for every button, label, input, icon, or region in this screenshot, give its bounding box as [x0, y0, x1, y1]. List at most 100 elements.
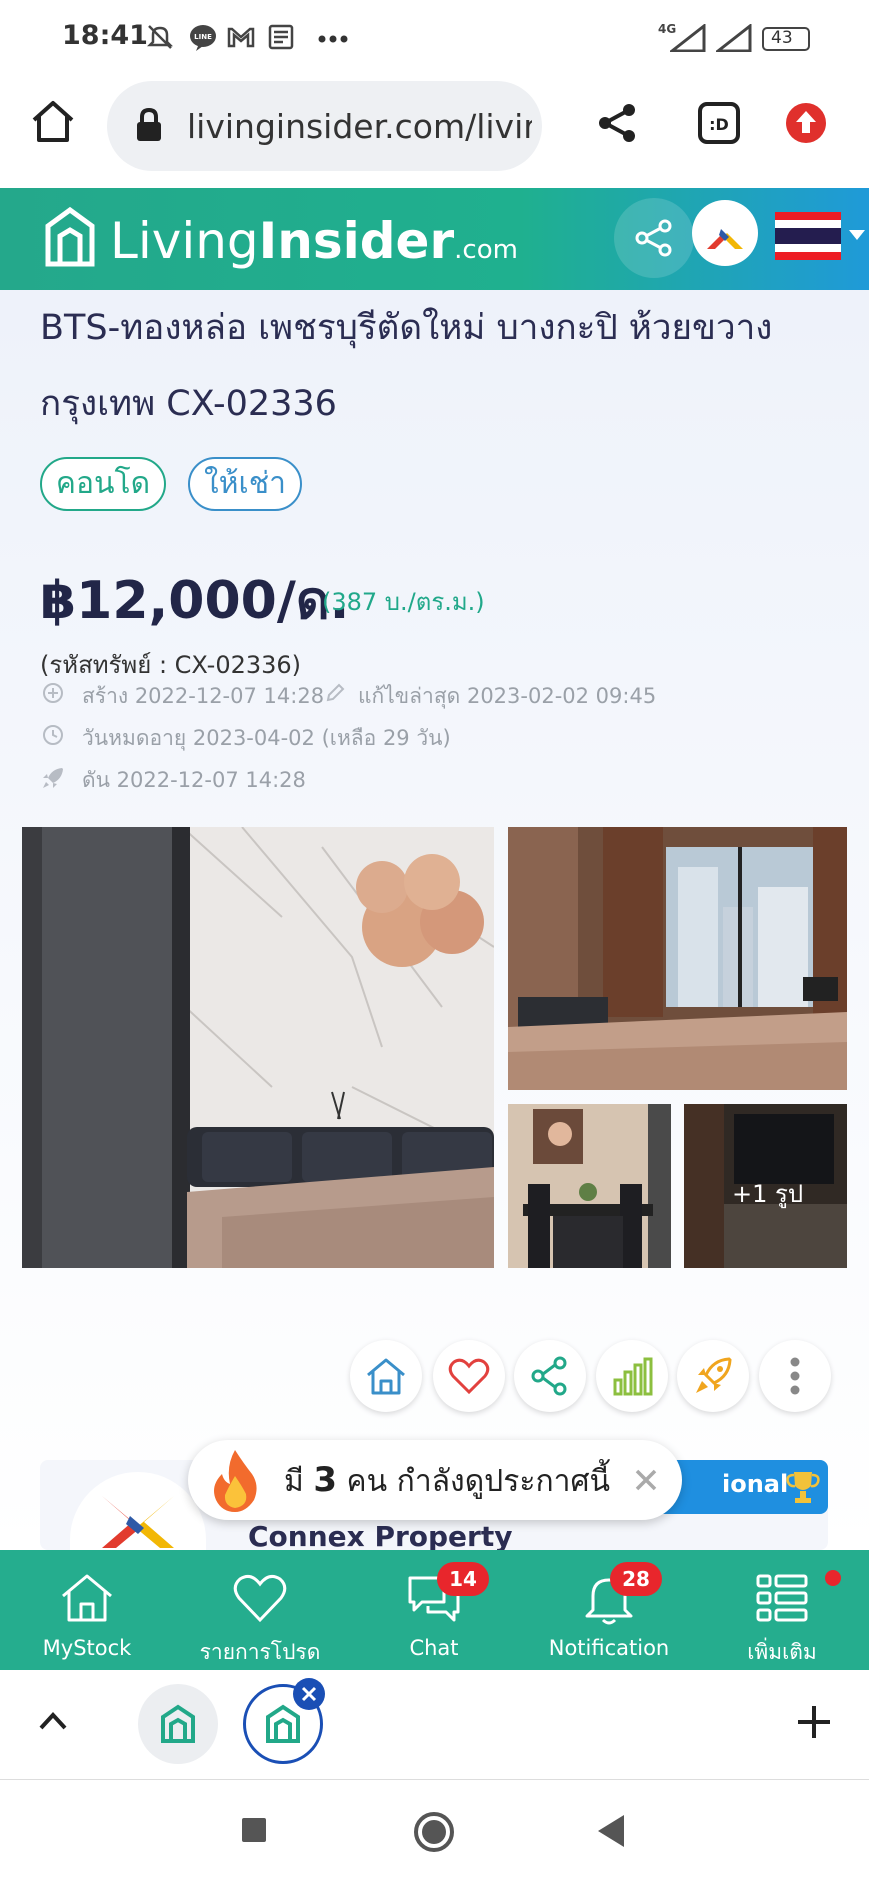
viewers-count: 3 [313, 1460, 337, 1500]
logo-com-text: .com [454, 235, 518, 265]
photo-thumbnail-3-more[interactable]: +1 รูป [684, 1104, 847, 1268]
battery-level: 43 [771, 28, 793, 48]
battery-icon: 43 [762, 27, 810, 51]
edited-date: แก้ไขล่าสุด 2023-02-02 09:45 [358, 684, 657, 708]
tab-switcher-icon[interactable]: :D [697, 101, 741, 145]
new-tab-plus-icon[interactable] [796, 1704, 832, 1740]
plus-circle-icon [43, 683, 63, 703]
add-to-stock-button[interactable] [350, 1340, 422, 1412]
svg-text:LINE: LINE [194, 33, 212, 41]
chevron-up-icon[interactable] [38, 1710, 68, 1732]
heart-icon [448, 1358, 490, 1395]
tag-for-rent[interactable]: ให้เช่า [188, 457, 302, 511]
clock-icon [43, 725, 63, 745]
house-icon [367, 1358, 405, 1395]
lock-icon [137, 107, 161, 141]
gmail-icon [227, 27, 255, 48]
living-insider-favicon-icon [266, 1704, 300, 1743]
back-button-icon[interactable] [596, 1813, 626, 1849]
home-icon[interactable] [30, 98, 76, 144]
created-date: สร้าง 2022-12-07 14:28 [82, 684, 325, 708]
share-icon [531, 1356, 567, 1396]
nav-mystock-label: MyStock [42, 1636, 132, 1660]
boost-date: ดัน 2022-12-07 14:28 [82, 768, 306, 792]
close-icon[interactable] [634, 1468, 658, 1492]
viewers-text: มี 3 คน กำลังดูประกาศนี้ [284, 1458, 610, 1505]
listing-title-line2: กรุงเทพ CX-02336 [40, 384, 337, 424]
logo-living-text: Living [110, 212, 259, 270]
rocket-icon [43, 768, 63, 788]
nav-more[interactable]: เพิ่มเติม [697, 1550, 867, 1670]
stats-button[interactable] [596, 1340, 668, 1412]
signal-icon [670, 24, 706, 52]
nav-favorites[interactable]: รายการโปรด [175, 1550, 345, 1670]
close-tab-button[interactable] [293, 1678, 325, 1710]
nav-notification-label: Notification [548, 1636, 670, 1660]
pencil-icon [326, 683, 345, 702]
user-avatar[interactable] [692, 200, 758, 266]
chat-unread-badge: 14 [437, 1562, 489, 1596]
language-selector[interactable] [775, 212, 841, 260]
price-per-sqm: (387 บ./ตร.ม.) [322, 588, 485, 616]
tag-condo[interactable]: คอนโด [40, 457, 166, 511]
nav-mystock[interactable]: MyStock [2, 1550, 172, 1670]
site-logo[interactable]: LivingInsider.com [110, 212, 518, 270]
trophy-icon [786, 1472, 820, 1503]
recent-apps-icon[interactable] [240, 1816, 268, 1844]
main-photo[interactable] [22, 827, 494, 1268]
living-insider-favicon-icon [161, 1704, 195, 1743]
bedroom-window-photo-image [508, 827, 847, 1090]
share-icon[interactable] [597, 102, 639, 144]
photo-thumbnail-2[interactable] [508, 1104, 671, 1268]
connex-logo-icon [707, 217, 743, 249]
header-share-button[interactable] [614, 198, 694, 278]
expiry-date: วันหมดอายุ 2023-04-02 (เหลือ 29 วัน) [82, 726, 451, 750]
line-app-icon: LINE [190, 25, 216, 51]
nav-favorites-label: รายการโปรด [199, 1640, 321, 1664]
menu-list-icon [756, 1574, 808, 1622]
browser-tab-1[interactable] [138, 1684, 218, 1764]
share-listing-button[interactable] [514, 1340, 586, 1412]
nav-chat-label: Chat [409, 1636, 459, 1660]
home-button-icon[interactable] [412, 1810, 456, 1854]
agent-avatar[interactable] [70, 1472, 206, 1552]
connex-logo-icon [102, 1496, 174, 1548]
more-photos-label: +1 รูป [732, 1180, 804, 1208]
home-icon [62, 1574, 112, 1622]
bar-chart-icon [613, 1357, 653, 1396]
living-insider-logo-icon[interactable] [44, 206, 96, 268]
notification-unread-badge: 28 [610, 1562, 662, 1596]
nav-chat[interactable]: Chat 14 [349, 1550, 519, 1670]
viewers-suffix: คน กำลังดูประกาศนี้ [346, 1464, 611, 1499]
svg-text::D: :D [709, 115, 729, 134]
vertical-dots-icon [790, 1357, 800, 1395]
bedroom-photo-image [22, 827, 494, 1268]
agent-name[interactable]: Connex Property [248, 1520, 513, 1553]
status-time: 18:41 [62, 20, 148, 51]
browser-toolbar: livinginsider.com/livir :D [0, 78, 869, 188]
news-icon [268, 24, 294, 50]
url-bar[interactable]: livinginsider.com/livir [107, 81, 542, 171]
bottom-navigation: MyStock รายการโปรด Chat 14 Notification … [0, 1550, 869, 1670]
property-code: (รหัสทรัพย์ : CX-02336) [40, 651, 302, 679]
fire-icon [214, 1450, 257, 1512]
url-text: livinginsider.com/livir [187, 107, 532, 146]
nav-notification[interactable]: Notification 28 [524, 1550, 694, 1670]
nav-more-label: เพิ่มเติม [747, 1640, 817, 1664]
thai-flag-icon [775, 212, 841, 260]
viewers-prefix: มี [284, 1464, 304, 1499]
mute-notifications-icon [146, 25, 174, 49]
heart-icon [233, 1574, 287, 1623]
boost-button[interactable] [677, 1340, 749, 1412]
share-icon [635, 219, 672, 257]
more-notifications-icon [318, 35, 348, 43]
photo-thumbnail-1[interactable] [508, 827, 847, 1090]
close-icon [301, 1686, 317, 1702]
chevron-down-icon[interactable] [849, 230, 865, 240]
more-options-button[interactable] [759, 1340, 831, 1412]
rocket-icon [696, 1357, 732, 1393]
favorite-button[interactable] [433, 1340, 505, 1412]
update-icon[interactable] [785, 102, 827, 144]
status-bar: 18:41 LINE 4G 43 [0, 0, 869, 78]
listing-content: BTS-ทองหล่อ เพชรบุรีตัดใหม่ บางกะปิ ห้วย… [0, 290, 869, 1553]
